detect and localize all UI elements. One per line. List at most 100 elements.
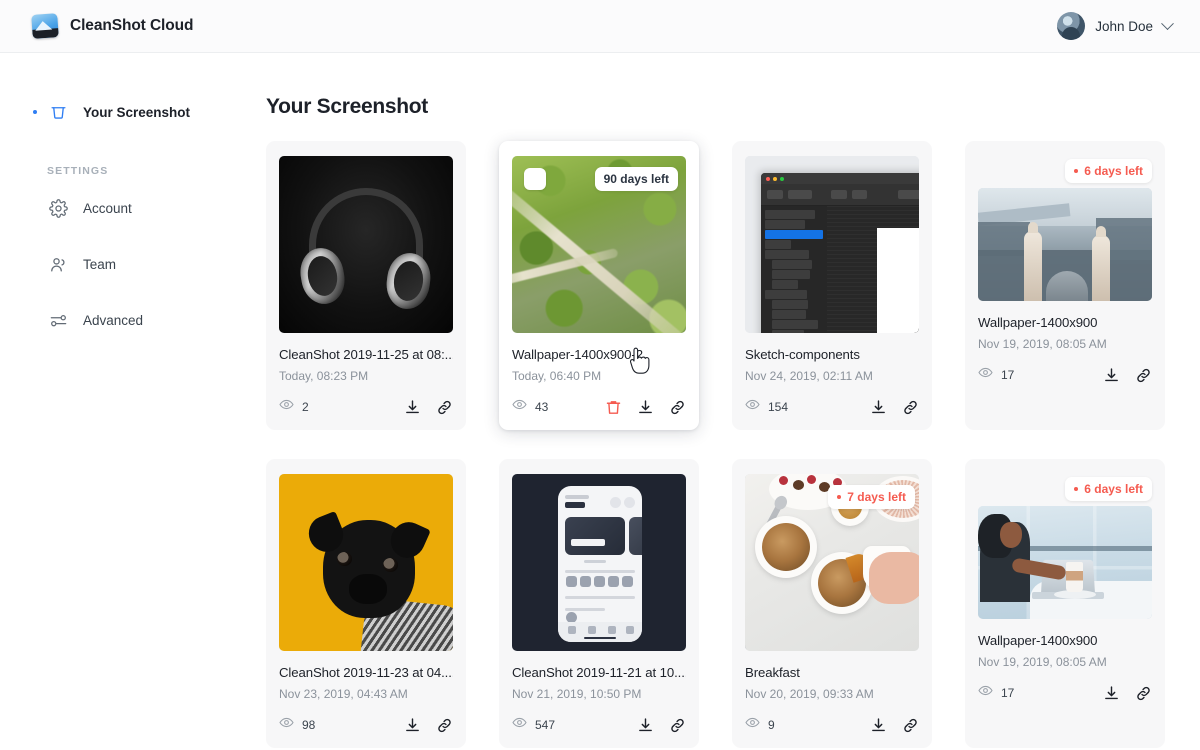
expiry-badge-label: 6 days left bbox=[1084, 482, 1143, 496]
sidebar-item-label: Your Screenshot bbox=[83, 104, 191, 120]
views-counter: 154 bbox=[745, 397, 788, 417]
screenshot-card[interactable]: 7 days left Breakfast Nov 20, 2019, 09:3… bbox=[732, 459, 932, 748]
card-date: Nov 20, 2019, 09:33 AM bbox=[745, 687, 874, 701]
thumbnail-wrapper: 7 days left bbox=[745, 474, 919, 651]
thumbnail-image[interactable] bbox=[978, 188, 1152, 301]
screenshot-card[interactable]: CleanShot 2019-11-23 at 04.... Nov 23, 2… bbox=[266, 459, 466, 748]
screenshot-card[interactable]: CleanShot 2019-11-21 at 10.... Nov 21, 2… bbox=[499, 459, 699, 748]
card-footer: 98 bbox=[279, 716, 453, 734]
select-checkbox[interactable] bbox=[524, 168, 546, 190]
card-footer: 2 bbox=[279, 398, 453, 416]
views-counter: 2 bbox=[279, 397, 309, 417]
download-icon[interactable] bbox=[1103, 367, 1120, 384]
screenshot-card[interactable]: Sketch-components Nov 24, 2019, 02:11 AM… bbox=[732, 141, 932, 430]
sidebar-item-advanced[interactable]: Advanced bbox=[0, 303, 266, 337]
card-footer: 154 bbox=[745, 398, 919, 416]
link-icon[interactable] bbox=[1135, 367, 1152, 384]
eye-icon bbox=[745, 397, 760, 417]
expiry-badge-label: 6 days left bbox=[1084, 164, 1143, 178]
thumbnail-wrapper bbox=[279, 474, 453, 651]
card-footer: 17 bbox=[978, 366, 1152, 384]
views-counter: 17 bbox=[978, 683, 1014, 703]
card-actions bbox=[1103, 685, 1152, 702]
download-icon[interactable] bbox=[870, 399, 887, 416]
download-icon[interactable] bbox=[1103, 685, 1120, 702]
download-icon[interactable] bbox=[637, 399, 654, 416]
thumbnail-wrapper: 6 days left bbox=[978, 477, 1152, 619]
views-count: 9 bbox=[768, 718, 775, 732]
card-title: CleanShot 2019-11-25 at 08:... bbox=[279, 347, 453, 362]
top-header: CleanShot Cloud John Doe bbox=[0, 0, 1200, 53]
eye-icon bbox=[279, 715, 294, 735]
thumbnail-image[interactable] bbox=[745, 156, 919, 333]
thumbnail-wrapper bbox=[745, 156, 919, 333]
screenshot-card[interactable]: 90 days left Wallpaper-1400x900-2 Today,… bbox=[499, 141, 699, 430]
card-date: Today, 08:23 PM bbox=[279, 369, 369, 383]
thumbnail-image[interactable] bbox=[279, 474, 453, 651]
link-icon[interactable] bbox=[436, 717, 453, 734]
chevron-down-icon[interactable] bbox=[1161, 16, 1174, 30]
sidebar: Your Screenshot SETTINGS Account Team Ad… bbox=[0, 53, 266, 750]
download-icon[interactable] bbox=[404, 717, 421, 734]
link-icon[interactable] bbox=[1135, 685, 1152, 702]
people-icon bbox=[47, 253, 69, 275]
link-icon[interactable] bbox=[669, 399, 686, 416]
card-title: Wallpaper-1400x900 bbox=[978, 633, 1098, 648]
thumbnail-image[interactable] bbox=[978, 506, 1152, 619]
expiry-badge: 6 days left bbox=[1065, 477, 1152, 501]
card-date: Nov 19, 2019, 08:05 AM bbox=[978, 655, 1107, 669]
page-title: Your Screenshot bbox=[266, 95, 428, 118]
user-menu[interactable]: John Doe bbox=[1057, 12, 1174, 40]
card-date: Today, 06:40 PM bbox=[512, 369, 602, 383]
expiry-badge: 6 days left bbox=[1065, 159, 1152, 183]
user-name: John Doe bbox=[1095, 18, 1153, 34]
card-footer: 43 bbox=[512, 398, 686, 416]
cleanshot-logo-icon bbox=[31, 13, 59, 39]
download-icon[interactable] bbox=[870, 717, 887, 734]
eye-icon bbox=[978, 365, 993, 385]
eye-icon bbox=[512, 397, 527, 417]
card-date: Nov 21, 2019, 10:50 PM bbox=[512, 687, 642, 701]
sidebar-item-team[interactable]: Team bbox=[0, 247, 266, 281]
card-title: Wallpaper-1400x900 bbox=[978, 315, 1098, 330]
views-count: 43 bbox=[535, 400, 549, 414]
link-icon[interactable] bbox=[436, 399, 453, 416]
sidebar-item-your-screenshot[interactable]: Your Screenshot bbox=[0, 95, 266, 129]
card-actions bbox=[637, 717, 686, 734]
card-actions bbox=[870, 399, 919, 416]
sidebar-item-label: Advanced bbox=[83, 312, 144, 328]
sidebar-item-label: Account bbox=[83, 200, 132, 216]
expiry-badge: 90 days left bbox=[594, 167, 678, 191]
card-title: Sketch-components bbox=[745, 347, 860, 362]
avatar bbox=[1057, 12, 1086, 40]
brand-name: CleanShot Cloud bbox=[70, 17, 194, 34]
link-icon[interactable] bbox=[902, 399, 919, 416]
screenshot-card[interactable]: CleanShot 2019-11-25 at 08:... Today, 08… bbox=[266, 141, 466, 430]
trash-icon[interactable] bbox=[605, 399, 622, 416]
card-title: Breakfast bbox=[745, 665, 800, 680]
expiry-badge-label: 90 days left bbox=[603, 172, 669, 186]
eye-icon bbox=[512, 715, 527, 735]
thumbnail-wrapper bbox=[279, 156, 453, 333]
link-icon[interactable] bbox=[669, 717, 686, 734]
expiry-dot-icon bbox=[1074, 487, 1079, 491]
card-footer: 547 bbox=[512, 716, 686, 734]
bucket-icon bbox=[47, 101, 69, 123]
main-content: Your Screenshot CleanShot 2019-11-25 at … bbox=[266, 53, 1200, 750]
sidebar-item-account[interactable]: Account bbox=[0, 191, 266, 225]
card-title: CleanShot 2019-11-23 at 04.... bbox=[279, 665, 453, 680]
thumbnail-wrapper: 6 days left bbox=[978, 159, 1152, 301]
download-icon[interactable] bbox=[637, 717, 654, 734]
screenshot-card[interactable]: 6 days left Wallpaper-1400x900 Nov 19, 2… bbox=[965, 459, 1165, 748]
sidebar-item-label: Team bbox=[83, 256, 117, 272]
views-count: 17 bbox=[1001, 686, 1015, 700]
download-icon[interactable] bbox=[404, 399, 421, 416]
thumbnail-image[interactable] bbox=[279, 156, 453, 333]
thumbnail-image[interactable] bbox=[512, 474, 686, 651]
views-count: 98 bbox=[302, 718, 316, 732]
views-counter: 43 bbox=[512, 397, 548, 417]
eye-icon bbox=[978, 683, 993, 703]
views-counter: 547 bbox=[512, 715, 555, 735]
screenshot-card[interactable]: 6 days left Wallpaper-1400x900 Nov 19, 2… bbox=[965, 141, 1165, 430]
link-icon[interactable] bbox=[902, 717, 919, 734]
